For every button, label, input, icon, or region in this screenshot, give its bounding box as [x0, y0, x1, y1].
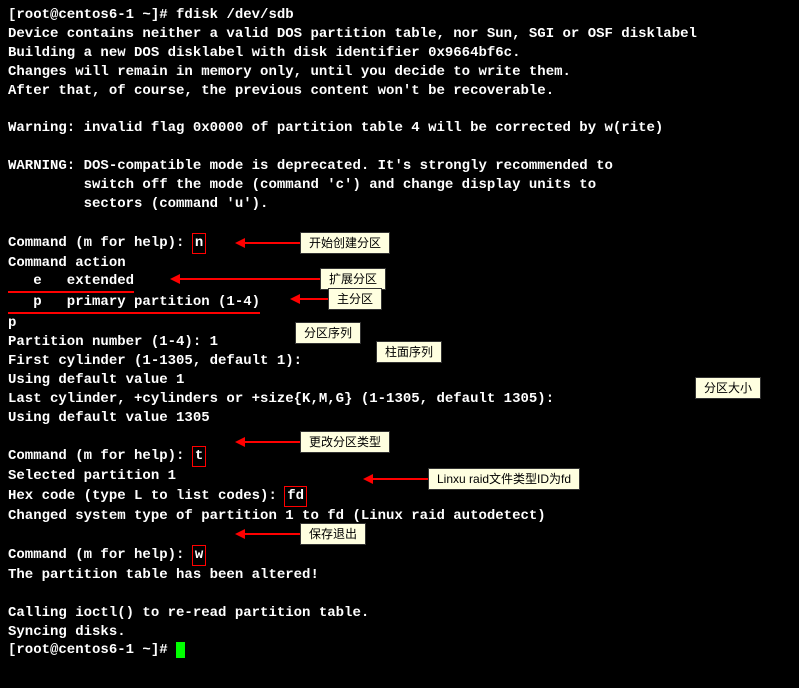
blank-line — [8, 526, 791, 545]
changed-type: Changed system type of partition 1 to fd… — [8, 507, 791, 526]
blank-line — [8, 585, 791, 604]
hex-code-line[interactable]: Hex code (type L to list codes): fd — [8, 486, 791, 507]
input-fd: fd — [284, 486, 307, 507]
output-line: Warning: invalid flag 0x0000 of partitio… — [8, 119, 791, 138]
hex-prompt: Hex code (type L to list codes): — [8, 488, 285, 504]
shell-prompt: [root@centos6-1 ~]# — [8, 642, 176, 658]
partnum-value: 1 — [210, 334, 218, 350]
fdisk-prompt: Command (m for help): — [8, 448, 193, 464]
action-extended: e extended — [8, 272, 791, 293]
input-n: n — [192, 233, 206, 254]
input-w: w — [192, 545, 206, 566]
selected-partition: Selected partition 1 — [8, 467, 791, 486]
fdisk-prompt: Command (m for help): — [8, 547, 193, 563]
output-line: WARNING: DOS-compatible mode is deprecat… — [8, 157, 791, 176]
partnum-prompt: Partition number (1-4): — [8, 334, 210, 350]
output-line: sectors (command 'u'). — [8, 195, 791, 214]
blank-line — [8, 138, 791, 157]
output-line: switch off the mode (command 'c') and ch… — [8, 176, 791, 195]
action-header: Command action — [8, 254, 791, 273]
final-prompt-line[interactable]: [root@centos6-1 ~]# — [8, 641, 791, 660]
output-line: Building a new DOS disklabel with disk i… — [8, 44, 791, 63]
prompt-line[interactable]: [root@centos6-1 ~]# fdisk /dev/sdb — [8, 6, 791, 25]
using-default-1305: Using default value 1305 — [8, 409, 791, 428]
shell-prompt: [root@centos6-1 ~]# — [8, 7, 176, 23]
partition-number-line[interactable]: Partition number (1-4): 1 — [8, 333, 791, 352]
command-prompt-t[interactable]: Command (m for help): t — [8, 446, 791, 467]
fdisk-prompt: Command (m for help): — [8, 235, 193, 251]
output-line: Changes will remain in memory only, unti… — [8, 63, 791, 82]
input-t: t — [192, 446, 206, 467]
last-cylinder-line[interactable]: Last cylinder, +cylinders or +size{K,M,G… — [8, 390, 791, 409]
sync-line: Syncing disks. — [8, 623, 791, 642]
blank-line — [8, 214, 791, 233]
altered-line: The partition table has been altered! — [8, 566, 791, 585]
input-p[interactable]: p — [8, 314, 791, 333]
extended-option: e extended — [8, 272, 134, 293]
command-prompt-n[interactable]: Command (m for help): n — [8, 233, 791, 254]
command-fdisk: fdisk /dev/sdb — [176, 7, 294, 23]
ioctl-line: Calling ioctl() to re-read partition tab… — [8, 604, 791, 623]
command-prompt-w[interactable]: Command (m for help): w — [8, 545, 791, 566]
output-line: After that, of course, the previous cont… — [8, 82, 791, 101]
output-line: Device contains neither a valid DOS part… — [8, 25, 791, 44]
cursor-icon — [176, 642, 185, 658]
blank-line — [8, 100, 791, 119]
using-default-1: Using default value 1 — [8, 371, 791, 390]
action-primary: p primary partition (1-4) — [8, 293, 791, 314]
primary-option: p primary partition (1-4) — [8, 293, 260, 314]
blank-line — [8, 428, 791, 447]
first-cylinder-line[interactable]: First cylinder (1-1305, default 1): — [8, 352, 791, 371]
